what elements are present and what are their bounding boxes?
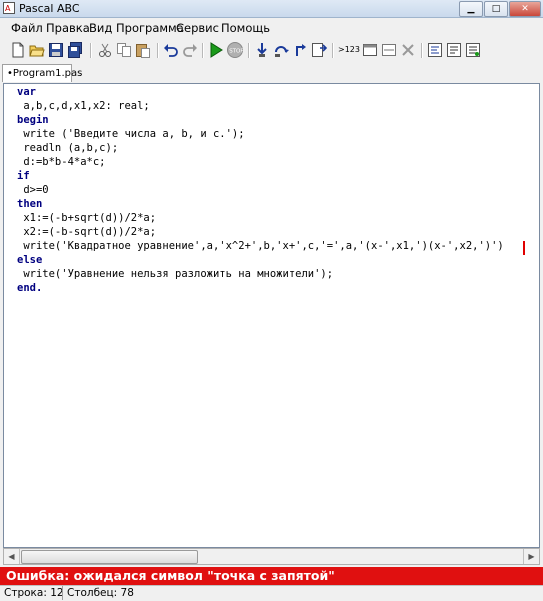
code-line: write ('Введите числа a, b, и c.'); (17, 128, 245, 140)
maximize-button[interactable]: □ (484, 1, 508, 17)
run-to-cursor-icon[interactable] (311, 42, 327, 58)
open-folder-icon[interactable] (29, 42, 45, 58)
stop-icon[interactable]: STOP (227, 42, 243, 58)
scroll-thumb[interactable] (21, 550, 198, 564)
save-all-icon[interactable] (67, 42, 83, 58)
error-message: Ошибка: ожидался символ "точка с запятой… (0, 567, 543, 585)
code-line: begin (17, 114, 49, 126)
redo-icon[interactable] (182, 42, 198, 58)
text-caret (523, 241, 525, 255)
svg-text:STOP: STOP (229, 49, 243, 55)
step-over-icon[interactable] (273, 42, 289, 58)
show-output-icon[interactable] (381, 42, 397, 58)
window-title: Pascal ABC (19, 2, 80, 15)
output-window-icon[interactable] (362, 42, 378, 58)
code-line: then (17, 198, 43, 210)
tab-program1[interactable]: •Program1.pas (2, 64, 82, 82)
svg-text:A: A (5, 4, 11, 13)
menu-help[interactable]: Помощь (218, 20, 273, 36)
code-editor[interactable]: var a,b,c,d,x1,x2: real; begin write ('В… (3, 83, 540, 548)
tab-strip: •Program1.pas (0, 63, 543, 83)
help-contents-icon[interactable] (465, 42, 481, 58)
run-icon[interactable] (208, 42, 224, 58)
code-line: write('Уравнение нельзя разложить на мно… (17, 268, 334, 280)
save-icon[interactable] (48, 42, 64, 58)
status-column: Столбец: 78 (62, 586, 134, 600)
status-line: Строка: 12 (4, 587, 64, 599)
copy-icon[interactable] (116, 42, 132, 58)
undo-icon[interactable] (163, 42, 179, 58)
code-line: else (17, 254, 43, 266)
code-line: end. (17, 282, 43, 294)
app-icon: A (3, 2, 15, 14)
code-line: if (17, 170, 30, 182)
menu-service[interactable]: Сервис (173, 20, 222, 36)
scroll-left-icon[interactable]: ◀ (4, 549, 20, 564)
output-label[interactable]: >123 (338, 42, 360, 58)
code-line: x2:=(-b-sqrt(d))/2*a; (17, 226, 157, 238)
paste-icon[interactable] (135, 42, 151, 58)
toolbar: STOP >123 (0, 38, 543, 64)
close-window-icon[interactable] (400, 42, 416, 58)
minimize-button[interactable]: ▁ (459, 1, 483, 17)
scroll-right-icon[interactable]: ▶ (523, 549, 539, 564)
code-text: var a,b,c,d,x1,x2: real; begin write ('В… (17, 85, 504, 295)
code-line: x1:=(-b+sqrt(d))/2*a; (17, 212, 157, 224)
code-line: readln (a,b,c); (17, 142, 119, 154)
help-index-icon[interactable] (446, 42, 462, 58)
code-line: var (17, 86, 36, 98)
code-line: d:=b*b-4*a*c; (17, 156, 106, 168)
menu-view[interactable]: Вид (86, 20, 115, 36)
step-out-icon[interactable] (292, 42, 308, 58)
format-code-icon[interactable] (427, 42, 443, 58)
horizontal-scrollbar[interactable]: ◀ ▶ (3, 548, 540, 565)
code-line: a,b,c,d,x1,x2: real; (17, 100, 150, 112)
step-into-icon[interactable] (254, 42, 270, 58)
status-bar: Строка: 12 Столбец: 78 (0, 585, 543, 601)
cut-icon[interactable] (97, 42, 113, 58)
menu-file[interactable]: Файл (8, 20, 46, 36)
menu-bar: Файл Правка Вид Программа Сервис Помощь (0, 18, 543, 37)
code-line: write('Квадратное уравнение',a,'x^2+',b,… (17, 240, 504, 252)
title-bar: A Pascal ABC ▁ □ ✕ (0, 0, 543, 18)
new-file-icon[interactable] (10, 42, 26, 58)
close-button[interactable]: ✕ (509, 1, 541, 17)
code-line: d>=0 (17, 184, 49, 196)
